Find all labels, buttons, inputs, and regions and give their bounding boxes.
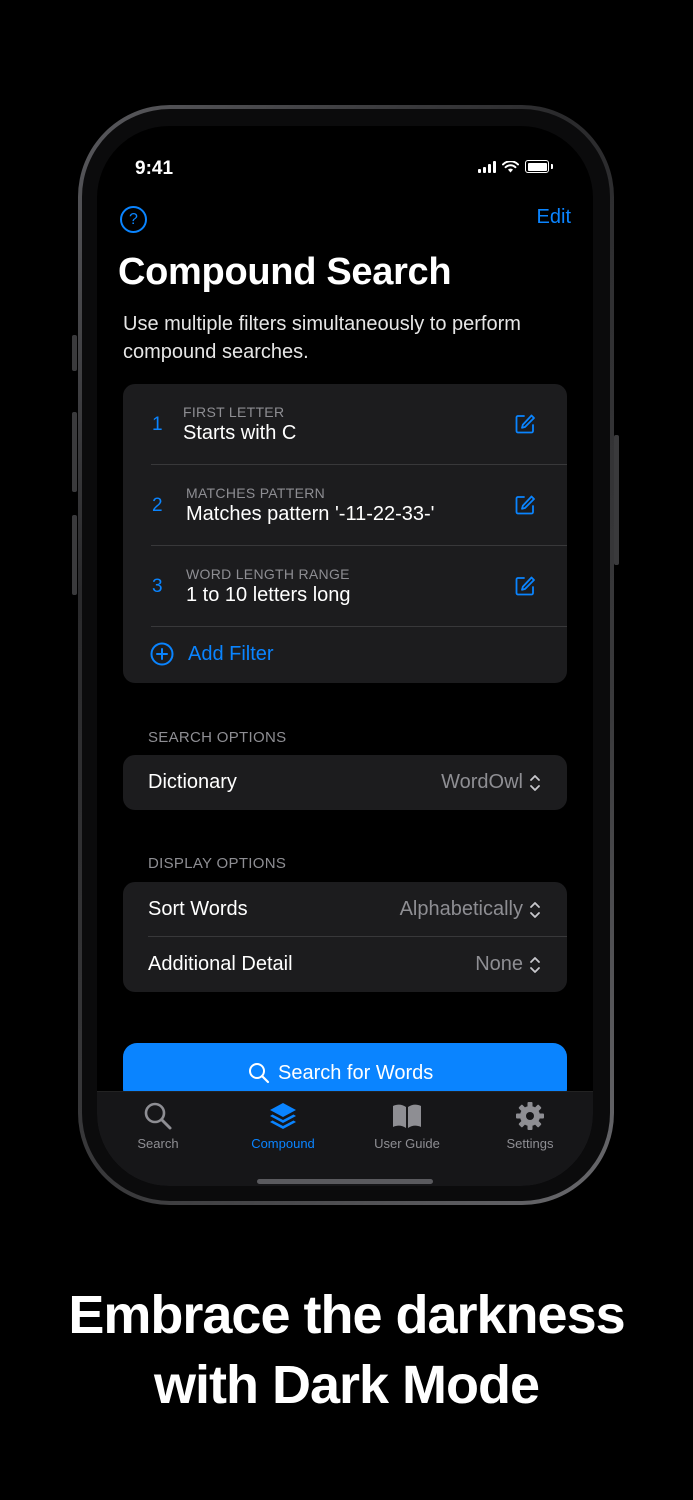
status-icons	[478, 160, 553, 173]
filter-value: Starts with C	[183, 422, 297, 444]
dictionary-value: WordOwl	[441, 771, 523, 793]
search-options-header: SEARCH OPTIONS	[148, 729, 287, 746]
filter-caption: WORD LENGTH RANGE	[186, 566, 350, 582]
tab-bar: Search Compound User Guide Settings	[97, 1091, 593, 1186]
filters-card: 1 FIRST LETTER Starts with C 2 MATCHES P…	[123, 384, 567, 683]
wifi-icon	[502, 160, 519, 172]
tab-label: Compound	[251, 1136, 315, 1151]
display-options-header: DISPLAY OPTIONS	[148, 855, 287, 872]
add-filter-label: Add Filter	[188, 643, 274, 665]
filter-row[interactable]: 2 MATCHES PATTERN Matches pattern '-11-2…	[123, 465, 567, 546]
home-indicator[interactable]	[257, 1179, 433, 1184]
dictionary-row[interactable]: Dictionary WordOwl	[123, 755, 567, 810]
book-icon	[393, 1104, 421, 1128]
tagline-line-2: with Dark Mode	[153, 1355, 540, 1415]
edit-icon[interactable]	[514, 575, 536, 597]
add-filter-button[interactable]: Add Filter	[123, 627, 567, 683]
filter-number: 3	[152, 576, 163, 597]
phone-screen: 9:41 ? Edit Compound Search Use multiple…	[97, 126, 593, 1186]
battery-icon	[525, 160, 549, 173]
chevron-up-down-icon	[530, 957, 540, 973]
page-title: Compound Search	[118, 251, 452, 293]
filter-number: 1	[152, 414, 163, 435]
phone-volume-down	[72, 515, 77, 595]
chevron-up-down-icon	[530, 775, 540, 791]
tab-label: User Guide	[374, 1136, 440, 1151]
tab-compound[interactable]: Compound	[228, 1100, 338, 1151]
filter-caption: FIRST LETTER	[183, 404, 285, 420]
filter-row[interactable]: 1 FIRST LETTER Starts with C	[123, 384, 567, 465]
sort-words-value: Alphabetically	[399, 898, 523, 920]
search-icon	[249, 1063, 270, 1084]
battery-cap	[551, 164, 553, 169]
status-time: 9:41	[135, 158, 174, 179]
tab-label: Settings	[506, 1136, 554, 1151]
edit-button[interactable]: Edit	[537, 206, 571, 229]
filter-number: 2	[152, 495, 163, 516]
additional-detail-row[interactable]: Additional Detail None	[123, 937, 567, 992]
chevron-up-down-icon	[530, 902, 540, 918]
help-icon[interactable]: ?	[120, 206, 147, 233]
additional-detail-value: None	[475, 953, 523, 975]
display-options-card: Sort Words Alphabetically Additional Det…	[123, 882, 567, 992]
tab-label: Search	[137, 1136, 179, 1151]
filter-row[interactable]: 3 WORD LENGTH RANGE 1 to 10 letters long	[123, 546, 567, 627]
gear-icon	[516, 1102, 544, 1130]
sort-words-label: Sort Words	[148, 898, 248, 920]
tagline: Embrace the darkness with Dark Mode	[0, 1280, 693, 1420]
search-options-card: Dictionary WordOwl	[123, 755, 567, 810]
search-for-words-label: Search for Words	[278, 1062, 434, 1084]
filter-caption: MATCHES PATTERN	[186, 485, 326, 501]
phone-volume-up	[72, 412, 77, 492]
magnifier-icon	[144, 1102, 172, 1130]
additional-detail-label: Additional Detail	[148, 953, 293, 975]
edit-icon[interactable]	[514, 413, 536, 435]
dictionary-label: Dictionary	[148, 771, 237, 793]
filter-value: Matches pattern '-11-22-33-'	[186, 503, 435, 525]
tab-settings[interactable]: Settings	[475, 1100, 585, 1151]
tab-search[interactable]: Search	[103, 1100, 213, 1151]
phone-power-button	[614, 435, 619, 565]
tab-user-guide[interactable]: User Guide	[352, 1100, 462, 1151]
tagline-line-1: Embrace the darkness	[68, 1285, 625, 1345]
edit-icon[interactable]	[514, 494, 536, 516]
filter-value: 1 to 10 letters long	[186, 584, 351, 606]
cellular-signal-icon	[478, 160, 496, 173]
layers-icon	[270, 1103, 296, 1129]
sort-words-row[interactable]: Sort Words Alphabetically	[123, 882, 567, 937]
phone-silent-switch	[72, 335, 77, 371]
plus-circle-icon	[150, 642, 174, 666]
page-subtitle: Use multiple filters simultaneously to p…	[123, 313, 521, 363]
